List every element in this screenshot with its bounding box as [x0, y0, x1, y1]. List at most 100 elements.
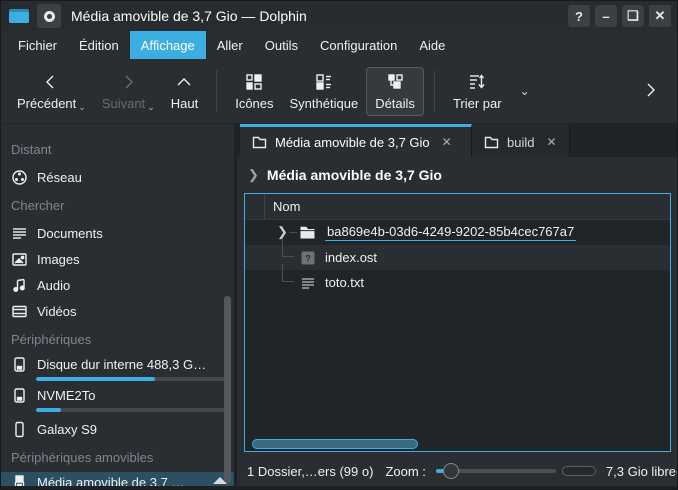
sort-dropdown-icon[interactable]: ⌄: [520, 84, 530, 98]
up-button[interactable]: Haut: [163, 68, 206, 115]
up-label: Haut: [171, 96, 198, 111]
window-bottom-edge: [1, 486, 677, 489]
minimize-button[interactable]: –: [595, 5, 617, 27]
menu-edition[interactable]: Édition: [68, 31, 130, 59]
sidebar-item-label: Galaxy S9: [37, 422, 228, 437]
folder-icon: [252, 136, 267, 149]
column-header-nom: Nom: [265, 199, 300, 214]
network-icon: [11, 169, 28, 186]
maximize-button[interactable]: ❑: [622, 5, 644, 27]
menu-aller[interactable]: Aller: [206, 31, 254, 59]
tab-media-amovible[interactable]: Média amovible de 3,7 Gio ✕: [240, 124, 472, 157]
folder-icon: [484, 136, 499, 149]
audio-icon: [11, 277, 28, 294]
view-details-icon: [385, 72, 405, 92]
menu-outils[interactable]: Outils: [254, 31, 309, 59]
expand-chevron-icon[interactable]: ❯: [277, 224, 288, 240]
document-icon: [11, 225, 28, 242]
folder-icon: [299, 225, 316, 240]
dolphin-app-icon: [9, 7, 31, 25]
help-button[interactable]: ?: [568, 5, 590, 27]
forward-button[interactable]: Suivant⌄: [94, 68, 163, 115]
breadcrumb-location: Média amovible de 3,7 Gio: [267, 167, 442, 183]
chevron-right-icon: [118, 72, 138, 92]
sort-label: Trier par: [453, 96, 502, 111]
back-button[interactable]: Précédent⌄: [9, 68, 94, 115]
harddrive-icon: [11, 356, 28, 373]
forward-dropdown-icon: ⌄: [147, 103, 155, 111]
status-summary: 1 Dossier,…ers (99 o): [247, 464, 373, 479]
sidebar-item-label: NVME2To: [37, 388, 228, 403]
sidebar-item-videos[interactable]: Vidéos: [1, 298, 234, 324]
scrollbar-handle[interactable]: [252, 439, 418, 449]
sidebar-item-documents[interactable]: Documents: [1, 220, 234, 246]
sidebar-item-audio[interactable]: Audio: [1, 272, 234, 298]
tab-label: Média amovible de 3,7 Gio: [275, 135, 430, 150]
disk-usage-bar: [36, 408, 228, 412]
sidebar-item-galaxy-s9[interactable]: Galaxy S9: [1, 416, 234, 442]
zoom-label: Zoom :: [385, 464, 425, 479]
text-file-icon: [300, 275, 316, 291]
menu-configuration[interactable]: Configuration: [309, 31, 408, 59]
free-space-label: 7,3 Gio libre(s): [606, 464, 678, 479]
sidebar-item-label: Audio: [37, 278, 228, 293]
toolbar-separator: [434, 70, 435, 112]
image-icon: [11, 251, 28, 268]
file-row[interactable]: toto.txt: [245, 270, 670, 295]
column-header[interactable]: Nom: [245, 194, 670, 220]
application-menu-button[interactable]: [37, 4, 61, 28]
icons-label: Icônes: [235, 96, 273, 111]
file-name[interactable]: toto.txt: [325, 275, 364, 290]
tab-build[interactable]: build ✕: [472, 124, 570, 157]
tab-close-icon[interactable]: ✕: [546, 135, 556, 149]
view-icons-button[interactable]: Icônes: [227, 68, 281, 115]
horizontal-scrollbar[interactable]: [245, 437, 670, 451]
menu-ring-icon: [44, 11, 55, 22]
zoom-slider-handle[interactable]: [443, 463, 459, 479]
details-label: Détails: [375, 96, 415, 111]
usb-drive-icon: [11, 474, 28, 486]
zoom-slider[interactable]: [436, 462, 556, 480]
unknown-file-icon: ?: [300, 250, 316, 266]
harddrive-icon: [11, 387, 28, 404]
titlebar: Média amovible de 3,7 Gio — Dolphin ? – …: [1, 1, 677, 31]
section-header-chercher: Chercher: [1, 190, 234, 220]
sort-by-button[interactable]: Trier par: [445, 68, 510, 115]
sidebar-item-media-amovible[interactable]: Média amovible de 3,7 …: [1, 472, 234, 486]
sidebar-item-images[interactable]: Images: [1, 246, 234, 272]
file-name[interactable]: index.ost: [325, 250, 377, 265]
section-header-peripheriques-amovibles: Périphériques amovibles: [1, 442, 234, 472]
toolbar-overflow-icon[interactable]: [643, 81, 659, 102]
sidebar-scrollbar[interactable]: [224, 296, 231, 483]
places-panel: Distant Réseau Chercher Documents: [1, 124, 234, 486]
close-button[interactable]: ✕: [649, 5, 671, 27]
menu-aide[interactable]: Aide: [408, 31, 456, 59]
sidebar-item-label: Documents: [37, 226, 228, 241]
toolbar: Précédent⌄ Suivant⌄ Haut Icônes Synthéti…: [1, 59, 677, 124]
breadcrumb[interactable]: ❯ Média amovible de 3,7 Gio: [237, 157, 677, 193]
sidebar-item-label: Média amovible de 3,7 …: [37, 475, 203, 486]
sidebar-item-nvme2to[interactable]: NVME2To: [1, 385, 234, 416]
dolphin-window: Média amovible de 3,7 Gio — Dolphin ? – …: [0, 0, 678, 490]
svg-text:?: ?: [305, 253, 311, 263]
sidebar-item-label: Vidéos: [37, 304, 228, 319]
sidebar-item-label: Réseau: [37, 170, 228, 185]
sidebar-item-disque-interne[interactable]: Disque dur interne 488,3 G…: [1, 354, 234, 385]
file-row[interactable]: ? index.ost: [245, 245, 670, 270]
file-name[interactable]: ba869e4b-03d6-4249-9202-85b4cec767a7: [325, 224, 576, 241]
menu-fichier[interactable]: Fichier: [7, 31, 68, 59]
view-compact-icon: [314, 72, 334, 92]
chevron-left-icon: [41, 72, 61, 92]
tab-close-icon[interactable]: ✕: [442, 135, 452, 149]
breadcrumb-chevron-icon: ❯: [248, 167, 259, 183]
video-icon: [11, 303, 28, 320]
sidebar-item-reseau[interactable]: Réseau: [1, 164, 234, 190]
chevron-up-icon: [174, 72, 194, 92]
view-compact-button[interactable]: Synthétique: [282, 68, 367, 115]
file-row[interactable]: ❯ ba869e4b-03d6-4249-9202-85b4cec767a7: [245, 220, 670, 245]
view-details-button[interactable]: Détails: [366, 67, 424, 116]
section-header-distant: Distant: [1, 134, 234, 164]
capacity-bar: [562, 466, 596, 476]
menu-affichage[interactable]: Affichage: [130, 31, 206, 59]
sidebar-item-label: Disque dur interne 488,3 G…: [37, 357, 228, 372]
